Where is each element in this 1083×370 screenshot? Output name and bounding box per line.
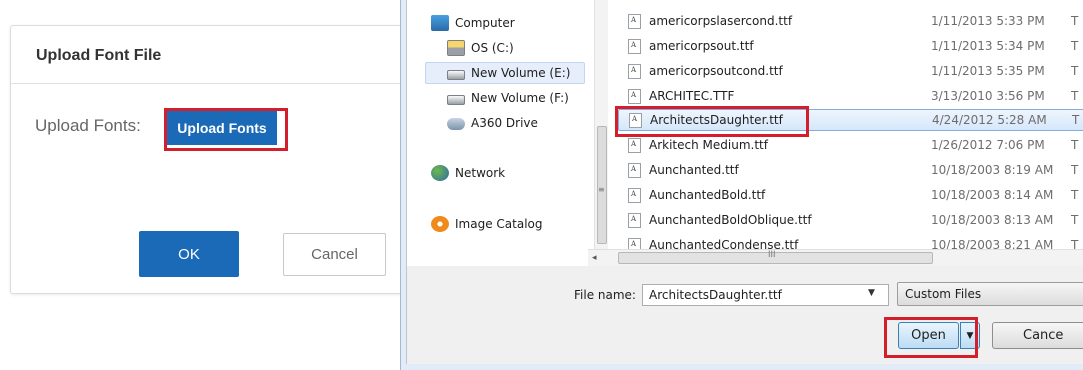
nav-item-label: New Volume (F:) xyxy=(471,91,569,105)
chevron-down-icon[interactable]: ▼ xyxy=(868,288,875,298)
file-name: Aunchanted.ttf xyxy=(649,163,739,177)
file-row[interactable]: americorpsout.ttf 1/11/2013 5:34 PM T xyxy=(618,35,1083,57)
nav-item-label: Network xyxy=(455,166,506,180)
font-file-icon xyxy=(628,137,641,153)
file-name: americorpsout.ttf xyxy=(649,39,754,53)
scroll-grip-icon: III xyxy=(768,249,776,259)
nav-item-computer[interactable]: Computer xyxy=(431,12,515,34)
file-type: T xyxy=(1071,39,1079,53)
font-file-icon xyxy=(628,162,641,178)
file-date: 10/18/2003 8:14 AM xyxy=(931,188,1054,202)
file-row[interactable]: ARCHITEC.TTF 3/13/2010 3:56 PM T xyxy=(618,85,1083,107)
nav-item-network[interactable]: Network xyxy=(431,162,505,184)
file-row[interactable]: americorpslasercond.ttf 1/11/2013 5:33 P… xyxy=(618,10,1083,32)
computer-icon xyxy=(431,15,449,31)
nav-item-label: OS (C:) xyxy=(471,41,514,55)
file-name-label: File name: xyxy=(574,288,636,302)
file-row[interactable]: AunchantedBold.ttf 10/18/2003 8:14 AM T xyxy=(618,184,1083,206)
nav-vertical-scrollbar[interactable]: ≡ ▾ xyxy=(594,0,608,266)
file-type-filter[interactable]: Custom Files xyxy=(897,282,1083,306)
file-open-dialog: Computer OS (C:) New Volume (E:) New Vol… xyxy=(400,0,1083,370)
network-icon xyxy=(431,165,449,181)
navigation-pane: Computer OS (C:) New Volume (E:) New Vol… xyxy=(407,0,608,266)
drive-icon xyxy=(447,40,465,56)
file-date: 3/13/2010 3:56 PM xyxy=(931,89,1045,103)
file-date: 10/18/2003 8:19 AM xyxy=(931,163,1054,177)
nav-item-label: A360 Drive xyxy=(471,116,538,130)
ok-button[interactable]: OK xyxy=(139,231,239,277)
font-file-icon xyxy=(628,63,641,79)
upload-highlight-box xyxy=(164,108,288,151)
file-name: americorpslasercond.ttf xyxy=(649,14,793,28)
file-open-body: Computer OS (C:) New Volume (E:) New Vol… xyxy=(406,0,1083,364)
selected-file-highlight-box xyxy=(615,106,809,137)
upload-font-dialog: Upload Font File Upload Fonts: Upload Fo… xyxy=(10,25,408,294)
file-type: T xyxy=(1071,64,1079,78)
nav-item-os-c[interactable]: OS (C:) xyxy=(447,37,514,59)
font-file-icon xyxy=(628,38,641,54)
file-name: AunchantedBoldOblique.ttf xyxy=(649,213,812,227)
file-dialog-footer: File name: ArchitectsDaughter.ttf ▼ Cust… xyxy=(407,266,1083,364)
font-file-icon xyxy=(628,13,641,29)
nav-item-new-volume-e[interactable]: New Volume (E:) xyxy=(425,62,585,84)
file-type: T xyxy=(1071,163,1079,177)
image-catalog-icon xyxy=(431,216,449,232)
nav-item-image-catalog[interactable]: Image Catalog xyxy=(431,213,542,235)
font-file-icon xyxy=(628,212,641,228)
file-date: 1/11/2013 5:35 PM xyxy=(931,64,1045,78)
drive-icon xyxy=(447,95,465,105)
nav-item-label: Computer xyxy=(455,16,515,30)
file-date: 1/26/2012 7:06 PM xyxy=(931,138,1045,152)
cancel-dialog-button[interactable]: Cance xyxy=(992,322,1083,349)
file-name: ARCHITEC.TTF xyxy=(649,89,735,103)
file-row[interactable]: Arkitech Medium.ttf 1/26/2012 7:06 PM T xyxy=(618,134,1083,156)
cancel-button[interactable]: Cancel xyxy=(283,233,386,276)
file-date: 10/18/2003 8:13 AM xyxy=(931,213,1054,227)
nav-item-a360-drive[interactable]: A360 Drive xyxy=(447,112,538,134)
file-type: T xyxy=(1071,14,1079,28)
file-name: americorpsoutcond.ttf xyxy=(649,64,783,78)
file-type: T xyxy=(1071,188,1079,202)
file-name: AunchantedBold.ttf xyxy=(649,188,766,202)
file-type: T xyxy=(1071,138,1079,152)
file-name: Arkitech Medium.ttf xyxy=(649,138,768,152)
file-row[interactable]: AunchantedBoldOblique.ttf 10/18/2003 8:1… xyxy=(618,209,1083,231)
file-horizontal-scrollbar[interactable]: ◂ III xyxy=(588,249,1083,266)
file-type: T xyxy=(1072,113,1080,127)
file-date: 1/11/2013 5:34 PM xyxy=(931,39,1045,53)
drive-icon xyxy=(447,70,465,80)
nav-item-label: New Volume (E:) xyxy=(471,66,571,80)
font-file-icon xyxy=(628,187,641,203)
font-file-icon xyxy=(628,88,641,104)
file-name-input[interactable]: ArchitectsDaughter.ttf xyxy=(642,284,889,306)
file-row[interactable]: americorpsoutcond.ttf 1/11/2013 5:35 PM … xyxy=(618,60,1083,82)
file-row[interactable]: Aunchanted.ttf 10/18/2003 8:19 AM T xyxy=(618,159,1083,181)
scroll-grip-icon: ≡ xyxy=(598,185,605,194)
nav-item-new-volume-f[interactable]: New Volume (F:) xyxy=(447,87,569,109)
cloud-drive-icon xyxy=(447,118,465,130)
file-date: 4/24/2012 5:28 AM xyxy=(932,113,1047,127)
scroll-left-arrow-icon[interactable]: ◂ xyxy=(592,252,597,263)
file-type: T xyxy=(1071,89,1079,103)
file-type: T xyxy=(1071,213,1079,227)
nav-item-label: Image Catalog xyxy=(455,217,543,231)
upload-fonts-label: Upload Fonts: xyxy=(35,116,141,135)
file-date: 1/11/2013 5:33 PM xyxy=(931,14,1045,28)
open-button-highlight-box xyxy=(884,317,978,358)
dialog-title: Upload Font File xyxy=(11,26,407,84)
